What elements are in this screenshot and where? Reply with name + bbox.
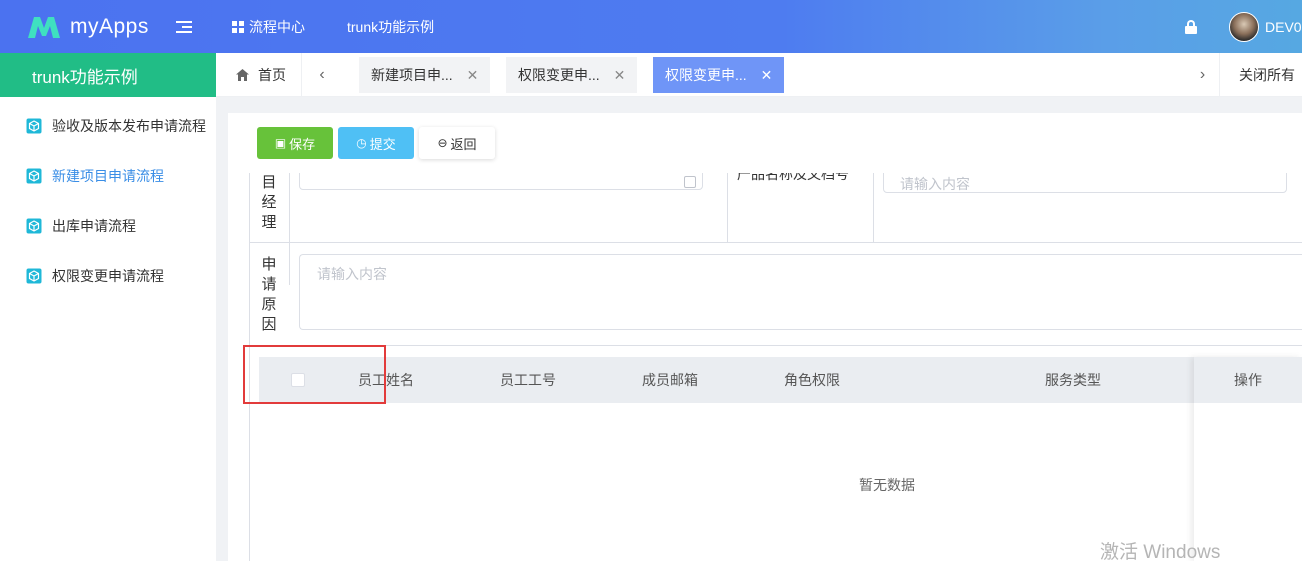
sidebar-item-new-project[interactable]: 新建项目申请流程	[0, 151, 216, 201]
clock-icon: ◷	[356, 136, 367, 150]
save-icon: ▣	[274, 136, 287, 150]
menu-toggle-icon[interactable]	[176, 20, 192, 34]
sidebar-item-outbound[interactable]: 出库申请流程	[0, 201, 216, 251]
app-name: myApps	[70, 14, 149, 38]
arrow-left-circle-icon: ⊖	[437, 136, 448, 150]
select-icon	[684, 176, 696, 188]
product-doc-input[interactable]: 请输入内容	[883, 173, 1287, 193]
project-manager-label: 目 经 理	[261, 174, 277, 231]
col-service-type[interactable]: 服务类型	[1045, 357, 1101, 403]
tab-home[interactable]: 首页	[216, 52, 302, 97]
tabs-bar: 首页 ‹ 新建项目申... ✕ 权限变更申... ✕ 权限变更申... ✕ › …	[216, 52, 1302, 97]
sidebar-item-acceptance-release[interactable]: 验收及版本发布申请流程	[0, 101, 216, 151]
highlight-box	[243, 345, 386, 404]
windows-activation-watermark: 激活 Windows	[1100, 542, 1221, 561]
close-icon[interactable]: ✕	[761, 67, 773, 84]
col-operation: 操作	[1194, 357, 1302, 403]
product-doc-label: 产品名称及文档号	[737, 173, 849, 181]
col-employee-id[interactable]: 员工工号	[500, 357, 556, 403]
sidebar-item-permission-change[interactable]: 权限变更申请流程	[0, 251, 216, 301]
col-member-email[interactable]: 成员邮箱	[642, 357, 698, 403]
app-logo[interactable]: myApps	[0, 14, 170, 40]
nav-process-center[interactable]: 流程中心	[232, 17, 305, 37]
col-role-permission[interactable]: 角色权限	[784, 357, 840, 403]
sidebar: trunk功能示例 验收及版本发布申请流程 新建项目申请流程 出库申请流程 权限…	[0, 53, 216, 561]
tab-permission-change-1[interactable]: 权限变更申... ✕	[506, 57, 638, 93]
nav-trunk-demo[interactable]: trunk功能示例	[347, 17, 434, 37]
fixed-operation-column: 操作	[1194, 357, 1302, 561]
submit-button[interactable]: ◷ 提交	[338, 127, 414, 159]
close-icon[interactable]: ✕	[467, 67, 479, 84]
cube-icon	[26, 218, 42, 234]
sidebar-title: trunk功能示例	[0, 53, 216, 97]
tab-new-project[interactable]: 新建项目申... ✕	[359, 57, 491, 93]
top-navbar: myApps 流程中心 trunk功能示例 DEV0	[0, 0, 1302, 53]
close-icon[interactable]: ✕	[614, 67, 626, 84]
grid-icon	[232, 20, 244, 33]
form-card: ▣ 保存 ◷ 提交 ⊖ 返回 目 经 理 产品名称及文档号 请输入内容 申 请 …	[228, 113, 1302, 561]
table-header: 员工姓名 员工工号 成员邮箱 角色权限 服务类型	[259, 357, 1302, 403]
project-manager-select[interactable]	[299, 173, 703, 190]
cube-icon	[26, 168, 42, 184]
avatar[interactable]	[1229, 11, 1259, 42]
close-all-tabs-button[interactable]: 关闭所有	[1239, 53, 1302, 97]
save-button[interactable]: ▣ 保存	[257, 127, 333, 159]
tabs-scroll-left-icon[interactable]: ‹	[302, 53, 342, 97]
cube-icon	[26, 268, 42, 284]
reason-label: 申 请 原 因	[261, 256, 277, 333]
table-empty-text: 暂无数据	[859, 477, 915, 493]
cube-icon	[26, 118, 42, 134]
form-table: 目 经 理 产品名称及文档号 请输入内容 申 请 原 因 请输入内容 员工姓名 …	[249, 173, 1302, 561]
reason-textarea[interactable]: 请输入内容	[299, 254, 1302, 330]
user-name[interactable]: DEV0	[1265, 19, 1302, 35]
home-icon	[236, 68, 249, 81]
logo-m-icon	[28, 16, 60, 38]
tabs-scroll-right-icon[interactable]: ›	[1186, 53, 1220, 97]
tab-permission-change-2[interactable]: 权限变更申... ✕	[653, 57, 785, 93]
back-button[interactable]: ⊖ 返回	[419, 127, 495, 159]
lock-icon[interactable]	[1185, 19, 1197, 34]
